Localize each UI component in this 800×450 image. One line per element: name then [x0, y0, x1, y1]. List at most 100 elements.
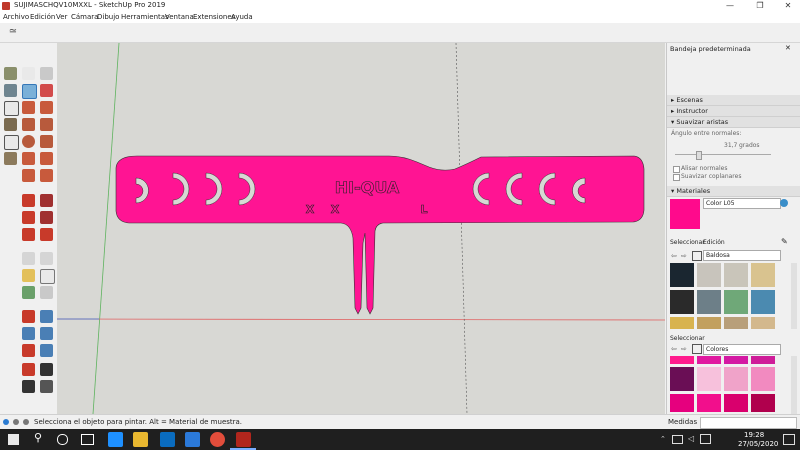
forward-icon[interactable]: ⇨ — [681, 252, 687, 260]
tape-measure-icon[interactable] — [22, 252, 35, 265]
cortana-icon[interactable] — [57, 434, 68, 445]
walk-icon[interactable] — [22, 380, 35, 393]
dimension-icon[interactable] — [40, 252, 53, 265]
two-point-arc-icon[interactable] — [40, 152, 53, 165]
color-swatch[interactable] — [670, 394, 694, 412]
zoom-extents-icon[interactable] — [22, 344, 35, 357]
tile-swatch[interactable] — [724, 263, 748, 287]
warehouse-icon[interactable] — [4, 67, 17, 80]
smooth-normals-checkbox[interactable] — [673, 166, 680, 173]
sketchup-taskbar-icon[interactable] — [236, 432, 251, 447]
tile-swatch[interactable] — [751, 263, 775, 287]
iso-view-icon[interactable] — [4, 152, 17, 165]
close-button[interactable]: ✕ — [774, 0, 800, 12]
outlook-icon[interactable] — [185, 432, 200, 447]
color-swatch[interactable] — [751, 356, 775, 364]
task-view-icon[interactable] — [81, 434, 94, 445]
zoom-icon[interactable] — [22, 327, 35, 340]
menu-camara[interactable]: Cámara — [71, 13, 98, 21]
eyedropper-icon[interactable]: ✎ — [781, 237, 788, 246]
color-swatch[interactable] — [697, 367, 721, 391]
rectangle-icon[interactable] — [22, 118, 35, 131]
tile-swatch[interactable] — [697, 317, 721, 329]
lower-back-icon[interactable]: ⇦ — [671, 345, 677, 353]
file-explorer-icon[interactable] — [133, 432, 148, 447]
network-icon[interactable] — [672, 435, 683, 444]
panel-materials[interactable]: ▾ Materiales — [667, 186, 800, 197]
volume-icon[interactable]: ◁ — [688, 434, 694, 443]
tab-select[interactable]: Seleccionar — [670, 239, 705, 246]
color-swatch[interactable] — [697, 394, 721, 412]
maximize-button[interactable]: ❐ — [746, 0, 774, 12]
tile-swatch[interactable] — [724, 317, 748, 329]
arc-icon[interactable] — [22, 152, 35, 165]
panel-smooth-edges[interactable]: ▾ Suavizar aristas — [667, 117, 800, 128]
menu-archivo[interactable]: Archivo — [3, 13, 29, 21]
model-viewport[interactable]: HI-QUA X X L — [57, 43, 665, 414]
position-camera-icon[interactable] — [22, 363, 35, 376]
protractor-icon[interactable] — [22, 269, 35, 282]
color-swatch[interactable] — [751, 367, 775, 391]
tile-swatch[interactable] — [670, 290, 694, 314]
back-icon[interactable]: ⇦ — [671, 252, 677, 260]
color-swatch[interactable] — [724, 367, 748, 391]
menu-dibujo[interactable]: Dibujo — [97, 13, 119, 21]
menu-herramientas[interactable]: Herramientas — [121, 13, 169, 21]
tile-swatch[interactable] — [751, 290, 775, 314]
create-material-icon[interactable] — [780, 199, 788, 207]
coplanar-checkbox[interactable] — [673, 174, 680, 181]
geo-location-icon[interactable] — [3, 419, 9, 425]
measurements-input[interactable] — [700, 417, 797, 429]
pie-icon[interactable] — [40, 169, 53, 182]
orbit-icon[interactable] — [22, 310, 35, 323]
color-scrollbar[interactable] — [791, 356, 797, 414]
clock-date[interactable]: 27/05/2020 — [738, 440, 778, 448]
text-icon[interactable] — [40, 269, 55, 284]
color-swatch[interactable] — [724, 356, 748, 364]
chrome-icon[interactable] — [210, 432, 225, 447]
section-plane-icon[interactable] — [40, 380, 53, 393]
rotated-rectangle-icon[interactable] — [40, 118, 53, 131]
lower-forward-icon[interactable]: ⇨ — [681, 345, 687, 353]
home-icon[interactable] — [4, 101, 19, 116]
panel-instructor[interactable]: ▸ Instructor — [667, 106, 800, 117]
freehand-icon[interactable] — [40, 101, 53, 114]
notifications-icon[interactable] — [783, 434, 795, 445]
look-around-icon[interactable] — [40, 363, 53, 376]
color-swatch[interactable] — [724, 394, 748, 412]
push-pull-icon[interactable] — [40, 194, 53, 207]
tile-swatch[interactable] — [697, 290, 721, 314]
zoom-window-icon[interactable] — [40, 327, 53, 340]
panel-scenes[interactable]: ▸ Escenas — [667, 95, 800, 106]
minimize-button[interactable]: — — [716, 0, 744, 12]
previous-view-icon[interactable] — [40, 344, 53, 357]
angle-slider-thumb[interactable] — [696, 151, 702, 160]
tile-swatch[interactable] — [751, 317, 775, 329]
tray-pin-icon[interactable]: ✕ — [785, 44, 791, 52]
material-name-field[interactable]: Color L05 — [703, 198, 781, 209]
tile-swatch[interactable] — [724, 290, 748, 314]
axes-icon[interactable] — [22, 286, 35, 299]
swatch-scrollbar[interactable] — [791, 263, 797, 329]
menu-ayuda[interactable]: Ayuda — [231, 13, 253, 21]
tile-swatch[interactable] — [670, 263, 694, 287]
pencil-icon[interactable] — [22, 101, 35, 114]
keyboard-icon[interactable] — [700, 434, 711, 444]
polygon-icon[interactable] — [40, 135, 53, 148]
color-swatch[interactable] — [751, 394, 775, 412]
pan-icon[interactable] — [40, 310, 53, 323]
tile-swatch[interactable] — [697, 263, 721, 287]
move-icon[interactable] — [22, 194, 35, 207]
lower-category-select[interactable]: Colores — [703, 344, 781, 355]
scale-icon[interactable] — [22, 228, 35, 241]
menu-extensiones[interactable]: Extensiones — [193, 13, 235, 21]
components-icon[interactable] — [4, 84, 17, 97]
eraser-icon[interactable] — [40, 67, 53, 80]
select-arrow-icon[interactable] — [22, 67, 35, 80]
follow-me-icon[interactable] — [40, 211, 53, 224]
material-home-icon[interactable] — [692, 251, 702, 261]
lower-home-icon[interactable] — [692, 344, 702, 354]
tab-edit[interactable]: Edición — [703, 239, 725, 246]
menu-ver[interactable]: Ver — [56, 13, 67, 21]
circle-icon[interactable] — [22, 135, 35, 148]
